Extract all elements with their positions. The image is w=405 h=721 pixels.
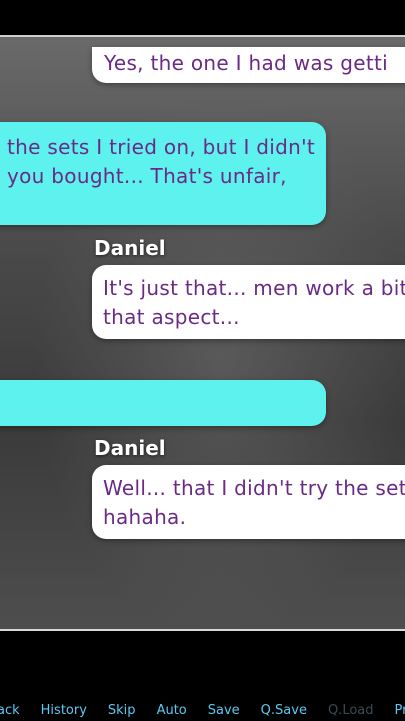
save-button[interactable]: Save: [208, 703, 240, 718]
npc-message-bubble: Yes, the one I had was getti: [92, 47, 405, 83]
quick-save-button[interactable]: Q.Save: [261, 703, 307, 718]
message-line: you bought... That's unfair,: [7, 164, 287, 188]
letterbox-top: [0, 0, 405, 35]
message-line: It's just that... men work a bit: [103, 276, 405, 300]
auto-button[interactable]: Auto: [157, 703, 187, 718]
message-line: the sets I tried on, but I didn't: [7, 135, 316, 159]
speaker-name: Daniel: [94, 236, 166, 260]
chat-stage: Yes, the one I had was getti the sets I …: [0, 35, 405, 631]
npc-message-bubble: Well... that I didn't try the set hahaha…: [92, 465, 405, 539]
back-button[interactable]: ack: [0, 703, 20, 718]
history-button[interactable]: History: [41, 703, 87, 718]
speaker-name: Daniel: [94, 436, 166, 460]
message-text: Yes, the one I had was getti: [104, 51, 389, 75]
player-message-bubble: [0, 380, 326, 426]
quick-menu: ack History Skip Auto Save Q.Save Q.Load…: [0, 700, 405, 721]
message-line: hahaha.: [103, 505, 187, 529]
message-line: Well... that I didn't try the set: [103, 476, 405, 500]
preferences-button[interactable]: Pre: [395, 703, 405, 718]
message-line: that aspect...: [103, 305, 240, 329]
quick-load-button: Q.Load: [327, 703, 374, 718]
skip-button[interactable]: Skip: [108, 703, 136, 718]
player-message-bubble: the sets I tried on, but I didn't you bo…: [0, 122, 326, 225]
npc-message-bubble: It's just that... men work a bit that as…: [92, 265, 405, 339]
